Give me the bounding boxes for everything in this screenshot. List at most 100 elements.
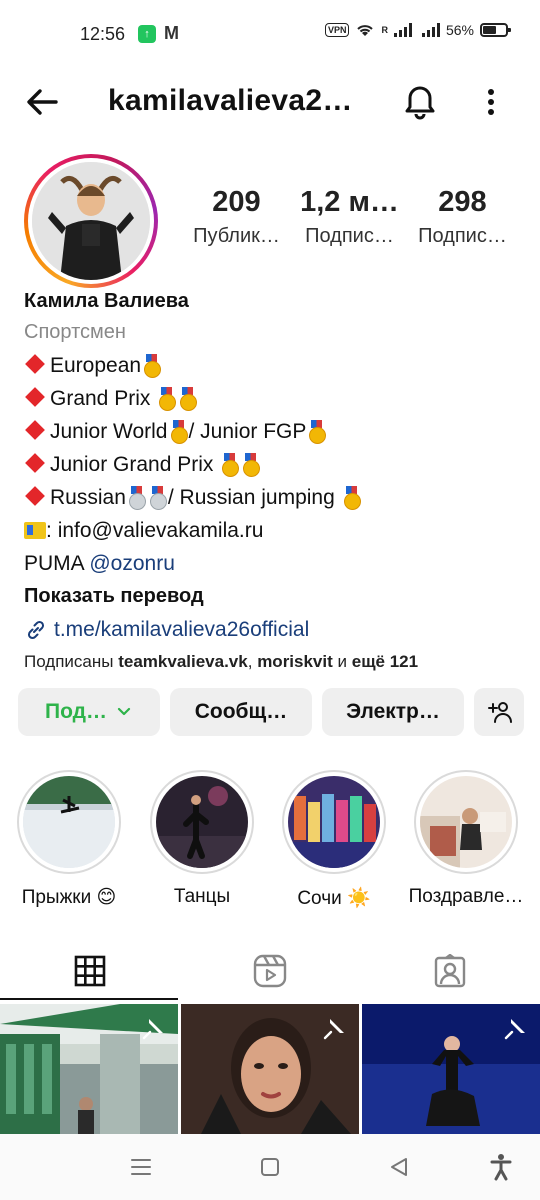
followed-more: ещё 121 (351, 652, 419, 671)
profile-tabs (0, 940, 540, 1002)
followers-count: 1,2 м… (300, 186, 399, 218)
highlight-cover (288, 776, 380, 868)
bio-line-email: : info@valievakamila.ru (24, 514, 524, 547)
bio-line-european: European (24, 349, 524, 382)
post-thumbnail[interactable] (0, 1004, 178, 1134)
story-highlights: Прыжки 😊 Танцы Сочи ☀️ Поздравле… (0, 770, 540, 910)
back-nav-button[interactable] (382, 1150, 416, 1184)
accessibility-button[interactable] (484, 1150, 518, 1184)
profile-category: Спортсмен (24, 321, 126, 343)
red-diamond-icon (25, 420, 45, 440)
highlight-item[interactable]: Танцы (136, 770, 268, 908)
home-button[interactable] (253, 1150, 287, 1184)
highlight-item[interactable]: Сочи ☀️ (268, 770, 400, 910)
profile-name: Камила Валиева (24, 290, 189, 312)
followed-user: teamkvalieva.vk (118, 652, 248, 671)
silver-medal-icon (128, 486, 146, 510)
bell-icon (405, 86, 435, 120)
red-diamond-icon (25, 354, 45, 374)
profile-actions: Под… Сообщ… Электр… (18, 688, 524, 736)
back-button[interactable] (22, 82, 62, 122)
back-arrow-icon (27, 89, 58, 115)
bio-email[interactable]: info@valievakamila.ru (58, 519, 264, 542)
highlight-label: Поздравле… (408, 886, 524, 907)
highlight-item[interactable]: Прыжки 😊 (3, 770, 135, 909)
status-time: 12:56 (80, 24, 126, 44)
website-text: t.me/kamilavalieva26official (54, 618, 310, 641)
following-count: 298 (438, 186, 487, 218)
post-thumbnail[interactable] (362, 1004, 540, 1134)
more-options-button[interactable] (478, 82, 504, 122)
roaming-label: R (381, 25, 388, 35)
highlight-label: Прыжки 😊 (21, 887, 117, 908)
notifications-button[interactable] (400, 80, 440, 120)
posts-grid (0, 1004, 540, 1134)
recent-apps-button[interactable] (124, 1150, 158, 1184)
red-diamond-icon (25, 387, 45, 407)
stat-following[interactable]: 298 Подпис… (406, 186, 519, 248)
tab-reels[interactable] (180, 940, 360, 1002)
gold-medal-icon (170, 420, 188, 444)
tagged-user-icon (434, 954, 466, 988)
home-square-icon (261, 1158, 279, 1176)
avatar (32, 162, 150, 280)
more-vertical-icon (488, 89, 494, 115)
stat-posts[interactable]: 209 Публик… (180, 186, 293, 248)
grid-icon (74, 955, 106, 987)
bio-line-sponsor: PUMA @ozonru (24, 547, 524, 580)
gold-medal-icon (179, 387, 198, 411)
bio-text: / Russian jumping (167, 486, 335, 509)
message-button[interactable]: Сообщ… (170, 688, 312, 736)
gold-medal-icon (343, 486, 361, 510)
page-title: kamilavalieva2… (108, 84, 353, 117)
following-label: Под… (45, 700, 107, 723)
profile-bio: Камила Валиева Спортсмен European Grand … (24, 286, 524, 678)
highlight-cover (420, 776, 512, 868)
gold-medal-icon (242, 453, 261, 477)
bio-text: : (46, 519, 52, 542)
assistant-app-icon: ↑ (138, 25, 156, 43)
avatar-story-ring[interactable] (24, 154, 158, 288)
bio-text: Russian (50, 486, 126, 509)
signal-icon-1 (393, 23, 412, 37)
reels-icon (253, 954, 287, 988)
gmail-icon: M (164, 23, 179, 43)
add-user-icon (488, 702, 512, 723)
status-right: VPN R 56% (324, 22, 511, 38)
followed-by[interactable]: Подписаны teamkvalieva.vk, moriskvit и е… (24, 646, 524, 678)
bio-text: Подписаны (24, 652, 114, 671)
stat-followers[interactable]: 1,2 м… Подпис… (293, 186, 406, 248)
gold-medal-icon (143, 354, 162, 378)
battery-percent: 56% (445, 22, 474, 38)
bio-text: и (337, 652, 348, 671)
pinned-icon (323, 1019, 344, 1040)
suggest-users-button[interactable] (474, 688, 524, 736)
following-button[interactable]: Под… (18, 688, 160, 736)
following-label: Подпис… (418, 225, 507, 247)
bio-text: European (50, 354, 142, 377)
highlight-item[interactable]: Поздравле… (400, 770, 532, 908)
profile-stats: 209 Публик… 1,2 м… Подпис… 298 Подпис… (180, 186, 520, 248)
email-button[interactable]: Электр… (322, 688, 464, 736)
highlight-cover (23, 776, 115, 868)
bio-line-junior-grand-prix: Junior Grand Prix (24, 448, 524, 481)
bio-text: Junior World (50, 420, 168, 443)
bio-line-grand-prix: Grand Prix (24, 382, 524, 415)
mention-link[interactable]: @ozonru (89, 552, 175, 575)
active-tab-indicator (0, 998, 178, 1000)
status-bar: 12:56 ↑ M VPN R 56% (0, 0, 540, 68)
post-thumbnail[interactable] (181, 1004, 359, 1134)
posts-label: Публик… (193, 225, 280, 247)
gold-medal-icon (158, 387, 177, 411)
website-link[interactable]: t.me/kamilavalieva26official (24, 613, 524, 646)
tab-posts-grid[interactable] (0, 940, 180, 1002)
menu-lines-icon (131, 1159, 151, 1175)
tab-tagged[interactable] (360, 940, 540, 1002)
highlight-cover (156, 776, 248, 868)
red-diamond-icon (25, 453, 45, 473)
show-translation-button[interactable]: Показать перевод (24, 580, 524, 613)
red-diamond-icon (25, 486, 45, 506)
chevron-down-icon (117, 707, 131, 716)
system-nav-bar (0, 1134, 540, 1200)
bio-line-russian: Russian / Russian jumping (24, 481, 524, 514)
